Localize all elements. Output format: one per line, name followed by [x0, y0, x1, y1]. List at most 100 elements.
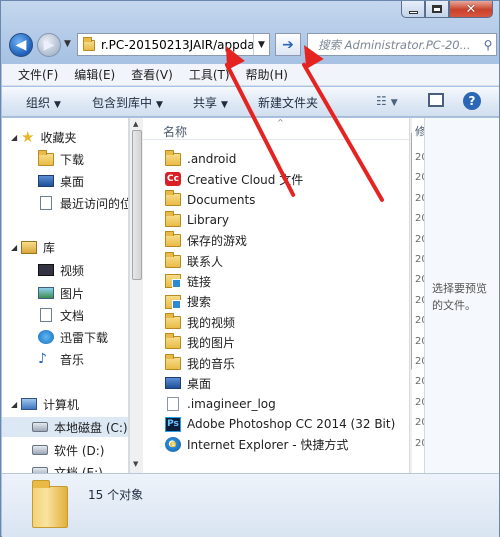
- sidebar-item-pictures[interactable]: 图片: [2, 283, 128, 303]
- recent-pages-dropdown[interactable]: ▼: [64, 39, 71, 49]
- sidebar-item-label: 软件 (D:): [54, 443, 105, 458]
- scroll-thumb[interactable]: [132, 130, 142, 280]
- file-row[interactable]: 链接: [143, 271, 412, 291]
- search-input[interactable]: 搜索 Administrator.PC-20...: [318, 37, 480, 53]
- scroll-up-icon[interactable]: ▲: [133, 120, 138, 128]
- modified-date-cell: 20: [415, 254, 424, 265]
- menu-help[interactable]: 帮助(H): [246, 66, 288, 83]
- contacts-icon: [165, 251, 181, 268]
- search-box[interactable]: 搜索 Administrator.PC-20... ⚲: [307, 33, 497, 56]
- back-arrow-icon: ◀: [15, 37, 27, 53]
- sidebar-item-music[interactable]: ♪ 音乐: [2, 349, 128, 369]
- sidebar-item-videos[interactable]: 视频: [2, 260, 128, 280]
- file-icon: [167, 396, 179, 411]
- column-name-header[interactable]: 名称: [163, 123, 187, 140]
- file-row[interactable]: 联系人: [143, 251, 412, 271]
- searches-folder-icon: [165, 294, 181, 309]
- search-icon[interactable]: ⚲: [480, 38, 496, 52]
- sidebar-item-label: 文档 (E:): [54, 465, 103, 474]
- file-name: Adobe Photoshop CC 2014 (32 Bit): [187, 417, 396, 432]
- desktop-icon: [38, 175, 54, 187]
- go-arrow-icon: ➔: [282, 36, 294, 53]
- menu-file[interactable]: 文件(F): [18, 66, 58, 83]
- modified-date-cell: 20: [415, 233, 424, 245]
- saved-games-icon: [165, 231, 181, 248]
- sidebar-item-label: 迅雷下载: [60, 330, 109, 345]
- sidebar-item-thunder-downloads[interactable]: 迅雷下载: [2, 327, 128, 347]
- file-row[interactable]: 桌面: [143, 373, 412, 393]
- file-row[interactable]: 搜索: [143, 292, 412, 312]
- column-modified-header[interactable]: 修: [415, 123, 424, 139]
- sidebar-item-documents[interactable]: 文档: [2, 305, 128, 325]
- menu-view[interactable]: 查看(V): [131, 66, 173, 83]
- sidebar-item-label: 最近访问的位: [60, 196, 129, 211]
- share-button[interactable]: 共享 ▼: [193, 94, 228, 111]
- explorer-window: ✕ ◀ ▶ ▼ r.PC-20150213JAIR/appdata ▼ ➔ 搜索…: [0, 0, 500, 537]
- file-row[interactable]: Ps Adobe Photoshop CC 2014 (32 Bit): [143, 414, 412, 434]
- favorites-group[interactable]: ◢ ★ 收藏夹: [2, 127, 128, 147]
- preview-message: 选择要预览的文件。: [432, 282, 487, 312]
- collapse-icon[interactable]: ◢: [11, 400, 21, 409]
- sidebar-item-drive-e[interactable]: 文档 (E:): [2, 462, 128, 474]
- organize-label: 组织: [26, 96, 51, 110]
- sidebar-item-label: 桌面: [60, 174, 85, 189]
- preview-pane-button[interactable]: [428, 93, 444, 107]
- sidebar-item-recent-places[interactable]: 最近访问的位: [2, 193, 129, 213]
- details-pane: 15 个对象: [2, 473, 499, 537]
- file-row[interactable]: Library: [143, 210, 412, 230]
- links-folder-icon: [165, 274, 181, 289]
- modified-date-cell: 20: [415, 396, 424, 408]
- file-row[interactable]: 我的视频: [143, 312, 412, 332]
- desktop-folder-icon: [165, 377, 181, 390]
- maximize-button[interactable]: [425, 1, 449, 18]
- sidebar-item-desktop[interactable]: 桌面: [2, 171, 128, 191]
- file-name: 搜索: [187, 295, 212, 310]
- file-row[interactable]: 保存的游戏: [143, 231, 412, 251]
- libraries-group[interactable]: ◢ 库: [2, 237, 128, 257]
- file-row[interactable]: 我的图片: [143, 333, 412, 353]
- back-button[interactable]: ◀: [9, 33, 33, 57]
- file-row[interactable]: e Internet Explorer - 快捷方式: [143, 435, 412, 455]
- libraries-label: 库: [43, 240, 56, 255]
- chevron-down-icon: ▼: [221, 100, 228, 110]
- drive-icon: [32, 445, 48, 455]
- new-folder-button[interactable]: 新建文件夹: [258, 94, 318, 111]
- file-row[interactable]: .imagineer_log: [143, 394, 412, 414]
- menu-tools[interactable]: 工具(T): [189, 66, 230, 83]
- minimize-button[interactable]: [401, 1, 425, 18]
- collapse-icon[interactable]: ◢: [11, 243, 21, 252]
- scroll-down-icon[interactable]: ▼: [133, 460, 138, 468]
- menu-edit[interactable]: 编辑(E): [74, 66, 115, 83]
- collapse-icon[interactable]: ◢: [11, 133, 21, 142]
- sidebar-item-label: 视频: [60, 263, 85, 278]
- sort-ascending-icon: ^: [277, 118, 284, 127]
- folder-icon: [165, 353, 181, 370]
- modified-date-cell: 20: [415, 152, 424, 163]
- navigation-scrollbar[interactable]: ▲ ▼: [129, 118, 143, 473]
- drive-icon: [32, 422, 48, 432]
- close-button[interactable]: ✕: [449, 1, 493, 18]
- file-name: 我的视频: [187, 315, 236, 330]
- help-icon[interactable]: ?: [463, 92, 481, 110]
- file-row[interactable]: Documents: [143, 190, 412, 210]
- navigation-pane: ◢ ★ 收藏夹 下载 桌面 最近访问的位 ◢ 库 视频 图片 文档 迅雷下载 ♪…: [2, 118, 129, 473]
- downloads-folder-icon: [38, 150, 54, 166]
- preview-pane: 选择要预览的文件。: [424, 118, 499, 473]
- address-history-dropdown[interactable]: ▼: [253, 34, 269, 55]
- sidebar-item-downloads[interactable]: 下载: [2, 149, 128, 169]
- library-icon: [21, 240, 37, 254]
- sidebar-item-drive-c[interactable]: 本地磁盘 (C:): [2, 417, 128, 437]
- include-in-library-button[interactable]: 包含到库中 ▼: [92, 94, 163, 111]
- forward-button[interactable]: ▶: [37, 33, 61, 57]
- modified-date-cell: 20: [415, 213, 424, 225]
- internet-explorer-icon: e: [165, 437, 181, 453]
- view-options-button[interactable]: ☷ ▼: [376, 94, 398, 108]
- sidebar-item-drive-d[interactable]: 软件 (D:): [2, 440, 128, 460]
- file-name: 联系人: [187, 254, 224, 269]
- computer-group[interactable]: ◢ 计算机: [2, 394, 128, 414]
- organize-button[interactable]: 组织 ▼: [26, 94, 61, 111]
- modified-date-cell: 20: [415, 172, 424, 184]
- file-row[interactable]: 我的音乐: [143, 353, 412, 373]
- computer-icon: [21, 398, 37, 410]
- sidebar-item-label: 文档: [60, 308, 85, 323]
